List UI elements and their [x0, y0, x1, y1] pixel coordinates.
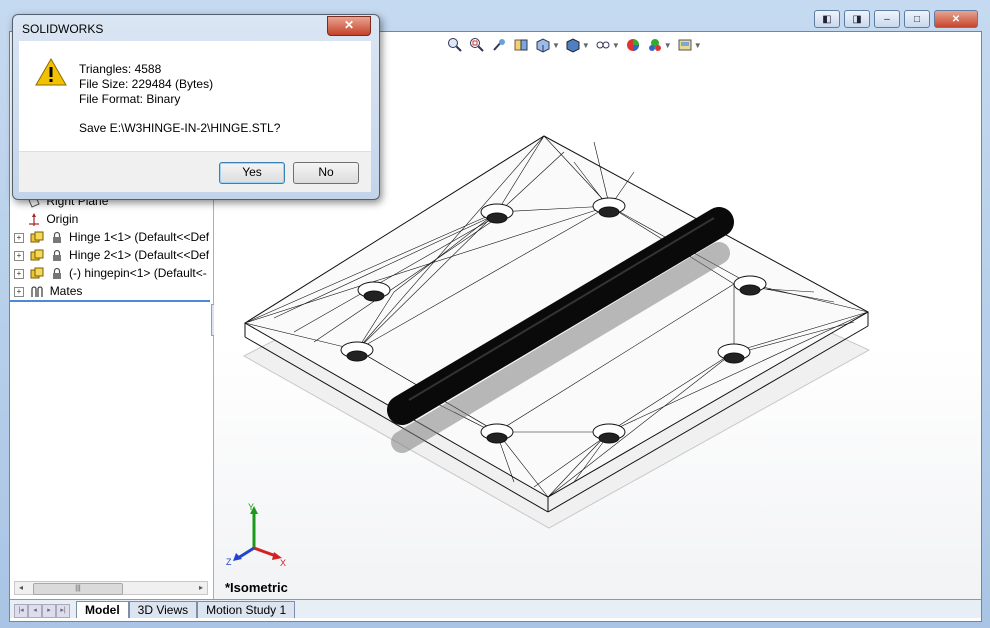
bottom-tab-bar: |◂ ◂ ▸ ▸| Model 3D Views Motion Study 1 [10, 599, 981, 618]
window-controls: ◧ ◨ – □ ✕ [814, 10, 978, 28]
first-tab-button[interactable]: |◂ [14, 604, 28, 618]
last-tab-button[interactable]: ▸| [56, 604, 70, 618]
next-tab-button[interactable]: ▸ [42, 604, 56, 618]
origin-icon [29, 212, 39, 226]
solidworks-window: ◧ ◨ – □ ✕ Right Plane Origin + Hinge 1<1… [0, 0, 990, 628]
minimize-button[interactable]: – [874, 10, 900, 28]
lock-icon [52, 267, 61, 279]
part-icon [30, 267, 44, 279]
axis-triad: Y X Z [226, 502, 286, 568]
save-stl-dialog: SOLIDWORKS ✕ Triangles: 4588 File Size: … [12, 14, 380, 200]
expand-toggle[interactable]: + [14, 250, 24, 261]
expand-toggle[interactable]: + [14, 268, 24, 279]
tile-right-button[interactable]: ◨ [844, 10, 870, 28]
dialog-message: Triangles: 4588 File Size: 229484 (Bytes… [79, 62, 280, 136]
mates-icon [31, 286, 43, 297]
tree-item-label: Hinge 2<1> (Default<<Def [69, 248, 210, 262]
tree-item-hingepin[interactable]: + (-) hingepin<1> (Default<- [14, 264, 209, 282]
maximize-button[interactable]: □ [904, 10, 930, 28]
prev-tab-button[interactable]: ◂ [28, 604, 42, 618]
tab-motion-study[interactable]: Motion Study 1 [197, 601, 296, 618]
horizontal-scrollbar[interactable]: ◂ ||| ▸ [14, 581, 208, 595]
warning-icon [35, 58, 67, 86]
x-axis-label: X [280, 558, 286, 568]
tab-model[interactable]: Model [76, 601, 129, 618]
part-icon [30, 231, 44, 243]
save-question-text: Save E:\W3HINGE-IN-2\HINGE.STL? [79, 121, 281, 135]
tree-item-mates[interactable]: + Mates [14, 282, 209, 300]
scroll-right-arrow[interactable]: ▸ [195, 582, 207, 594]
y-axis-label: Y [248, 502, 254, 512]
tree-item-label: Hinge 1<1> (Default<<Def [69, 230, 210, 244]
yes-button[interactable]: Yes [219, 162, 285, 184]
tile-left-button[interactable]: ◧ [814, 10, 840, 28]
view-orientation-label: *Isometric [225, 580, 288, 595]
tree-item-label: Mates [49, 284, 83, 298]
tab-scroll-buttons: |◂ ◂ ▸ ▸| [14, 604, 70, 618]
tree-item-hinge2[interactable]: + Hinge 2<1> (Default<<Def [14, 246, 209, 264]
feature-tree: Right Plane Origin + Hinge 1<1> (Default… [14, 192, 209, 300]
no-button[interactable]: No [293, 162, 359, 184]
dialog-title: SOLIDWORKS [22, 22, 104, 36]
dialog-footer: Yes No [19, 151, 371, 192]
dialog-body: Triangles: 4588 File Size: 229484 (Bytes… [19, 41, 371, 151]
scroll-thumb[interactable]: ||| [33, 583, 123, 595]
file-format-text: File Format: Binary [79, 92, 181, 106]
panel-separator [10, 300, 210, 302]
tab-3d-views[interactable]: 3D Views [128, 601, 198, 618]
lock-icon [52, 231, 61, 243]
tree-item-label: Origin [46, 212, 79, 226]
tree-item-hinge1[interactable]: + Hinge 1<1> (Default<<Def [14, 228, 209, 246]
scroll-left-arrow[interactable]: ◂ [15, 582, 27, 594]
tree-item-label: (-) hingepin<1> (Default<- [69, 266, 207, 280]
triangles-count-text: Triangles: 4588 [79, 62, 162, 76]
file-size-text: File Size: 229484 (Bytes) [79, 77, 214, 91]
expand-toggle[interactable]: + [14, 232, 24, 243]
window-close-button[interactable]: ✕ [934, 10, 978, 28]
part-icon [30, 249, 44, 261]
lock-icon [52, 249, 61, 261]
dialog-close-button[interactable]: ✕ [327, 16, 371, 36]
expand-toggle[interactable]: + [14, 286, 24, 297]
z-axis-label: Z [226, 557, 232, 567]
tree-item-origin[interactable]: Origin [14, 210, 209, 228]
